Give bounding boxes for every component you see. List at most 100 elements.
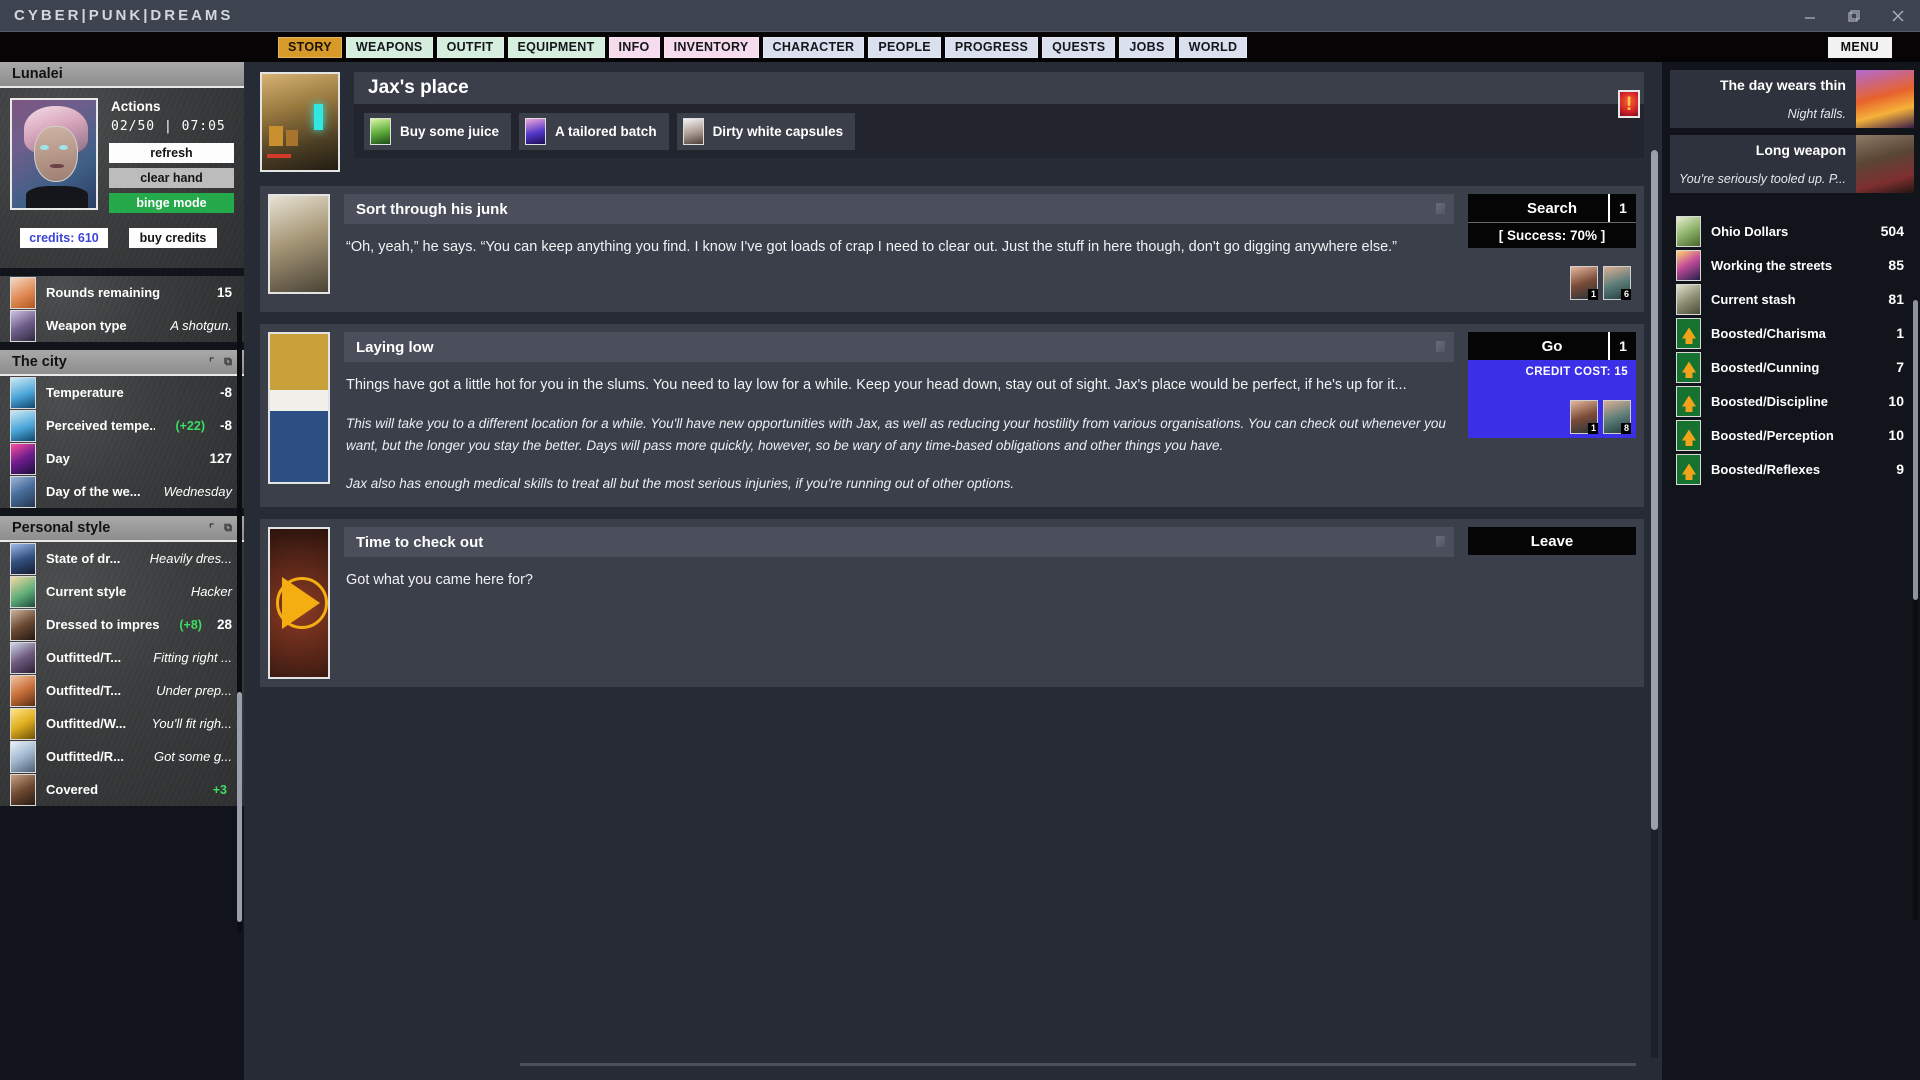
covered-icon — [10, 774, 36, 806]
action-label: Buy some juice — [400, 124, 499, 139]
outfitted-icon — [10, 642, 36, 674]
buy-credits-button[interactable]: buy credits — [129, 228, 217, 248]
main-tab-bar: STORY WEAPONS OUTFIT EQUIPMENT INFO INVE… — [0, 32, 1920, 62]
stat-row[interactable]: Weapon type A shotgun. — [0, 309, 244, 342]
resource-row[interactable]: Ohio Dollars 504 — [1670, 214, 1914, 248]
tailored-batch-button[interactable]: A tailored batch — [519, 113, 669, 150]
actions-block: Actions 02/50 | 07:05 refresh clear hand… — [109, 98, 234, 218]
restore-button[interactable] — [1832, 0, 1876, 32]
card-title-bar: Time to check out — [344, 527, 1454, 557]
stat-row[interactable]: State of dr... Heavily dres... — [0, 542, 244, 575]
center-scrollbar-thumb[interactable] — [1651, 150, 1658, 830]
action-button-label: Go — [1542, 338, 1563, 355]
contact-avatar[interactable]: 1 — [1570, 266, 1598, 300]
stat-value: 127 — [209, 451, 232, 466]
app-logo: CYBER|PUNK|DREAMS — [0, 7, 233, 24]
action-cost: 1 — [1608, 194, 1636, 222]
tab-outfit[interactable]: OUTFIT — [437, 37, 504, 58]
minimize-button[interactable] — [1788, 0, 1832, 32]
stat-label: Covered — [46, 782, 98, 797]
event-card[interactable]: The day wears thin Night falls. — [1670, 70, 1914, 128]
tab-progress[interactable]: PROGRESS — [945, 37, 1038, 58]
clear-hand-button[interactable]: clear hand — [109, 168, 234, 188]
window-controls — [1788, 0, 1920, 32]
binge-mode-button[interactable]: binge mode — [109, 193, 234, 213]
tab-weapons[interactable]: WEAPONS — [346, 37, 433, 58]
resource-row[interactable]: Working the streets 85 — [1670, 248, 1914, 282]
stat-value: Wednesday — [164, 484, 232, 499]
tab-people[interactable]: PEOPLE — [868, 37, 941, 58]
stat-row[interactable]: Temperature -8 — [0, 376, 244, 409]
stat-label: Outfitted/R... — [46, 749, 124, 764]
resource-row[interactable]: Boosted/Reflexes 9 — [1670, 452, 1914, 486]
stat-value: 15 — [217, 285, 232, 300]
content-divider — [520, 1063, 1636, 1066]
boost-up-arrow-icon — [1676, 318, 1701, 349]
pin-icon[interactable]: ⌜ — [209, 522, 214, 535]
expand-icon[interactable]: ⧉ — [224, 522, 232, 535]
resize-corner-icon[interactable] — [1436, 203, 1445, 214]
stat-row[interactable]: Dressed to impress (+8) 28 — [0, 608, 244, 641]
stat-row[interactable]: Outfitted/T... Under prep... — [0, 674, 244, 707]
expand-icon[interactable]: ⧉ — [224, 356, 232, 369]
stat-row[interactable]: Rounds remaining 15 — [0, 276, 244, 309]
avatar[interactable] — [10, 98, 98, 210]
refresh-button[interactable]: refresh — [109, 143, 234, 163]
alert-icon[interactable]: ! — [1618, 90, 1640, 118]
contact-count: 1 — [1588, 423, 1598, 434]
dirty-white-capsules-button[interactable]: Dirty white capsules — [677, 113, 856, 150]
stat-row[interactable]: Day 127 — [0, 442, 244, 475]
city-panel: The city ⌜ ⧉ Temperature -8 Perceived te… — [0, 350, 244, 508]
resource-row[interactable]: Boosted/Cunning 7 — [1670, 350, 1914, 384]
contact-avatar[interactable]: 6 — [1603, 266, 1631, 300]
dressed-to-impress-icon — [10, 609, 36, 641]
stat-label: Temperature — [46, 385, 124, 400]
tab-world[interactable]: WORLD — [1179, 37, 1248, 58]
resize-corner-icon[interactable] — [1436, 536, 1445, 547]
boost-up-arrow-icon — [1676, 386, 1701, 417]
right-scrollbar-thumb[interactable] — [1913, 300, 1918, 600]
menu-button[interactable]: MENU — [1828, 37, 1892, 58]
state-of-dress-icon — [10, 543, 36, 575]
tab-story[interactable]: STORY — [278, 37, 342, 58]
tab-inventory[interactable]: INVENTORY — [664, 37, 759, 58]
boost-up-arrow-icon — [1676, 454, 1701, 485]
tab-info[interactable]: INFO — [609, 37, 660, 58]
contact-count: 6 — [1621, 289, 1631, 300]
pin-icon[interactable]: ⌜ — [209, 356, 214, 369]
stat-row[interactable]: Outfitted/T... Fitting right ... — [0, 641, 244, 674]
search-button[interactable]: Search 1 — [1468, 194, 1636, 222]
stat-row[interactable]: Perceived tempe... (+22) -8 — [0, 409, 244, 442]
stat-row[interactable]: Outfitted/R... Got some g... — [0, 740, 244, 773]
event-card[interactable]: Long weapon You're seriously tooled up. … — [1670, 135, 1914, 193]
resource-row[interactable]: Boosted/Discipline 10 — [1670, 384, 1914, 418]
capsules-icon — [683, 118, 704, 145]
stat-value: -8 — [220, 385, 232, 400]
contact-avatar[interactable]: 8 — [1603, 400, 1631, 434]
tab-jobs[interactable]: JOBS — [1119, 37, 1174, 58]
resize-corner-icon[interactable] — [1436, 341, 1445, 352]
stat-row[interactable]: Outfitted/W... You'll fit righ... — [0, 707, 244, 740]
contact-avatar[interactable]: 1 — [1570, 400, 1598, 434]
perceived-temperature-icon — [10, 410, 36, 442]
left-scrollbar-thumb[interactable] — [237, 692, 242, 922]
contact-count: 1 — [1588, 289, 1598, 300]
leave-button[interactable]: Leave — [1468, 527, 1636, 555]
action-label: A tailored batch — [555, 124, 657, 139]
stat-row[interactable]: Day of the we... Wednesday — [0, 475, 244, 508]
location-thumbnail — [260, 72, 340, 172]
current-stash-icon — [1676, 284, 1701, 315]
stat-value: -8 — [220, 418, 232, 433]
go-button[interactable]: Go 1 — [1468, 332, 1636, 360]
stat-row[interactable]: Covered +3 — [0, 773, 244, 806]
buy-some-juice-button[interactable]: Buy some juice — [364, 113, 511, 150]
stat-row[interactable]: Current style Hacker — [0, 575, 244, 608]
resource-row[interactable]: Current stash 81 — [1670, 282, 1914, 316]
tab-character[interactable]: CHARACTER — [763, 37, 865, 58]
resource-row[interactable]: Boosted/Charisma 1 — [1670, 316, 1914, 350]
close-button[interactable] — [1876, 0, 1920, 32]
tab-equipment[interactable]: EQUIPMENT — [508, 37, 605, 58]
outfitted-icon — [10, 708, 36, 740]
resource-row[interactable]: Boosted/Perception 10 — [1670, 418, 1914, 452]
tab-quests[interactable]: QUESTS — [1042, 37, 1115, 58]
